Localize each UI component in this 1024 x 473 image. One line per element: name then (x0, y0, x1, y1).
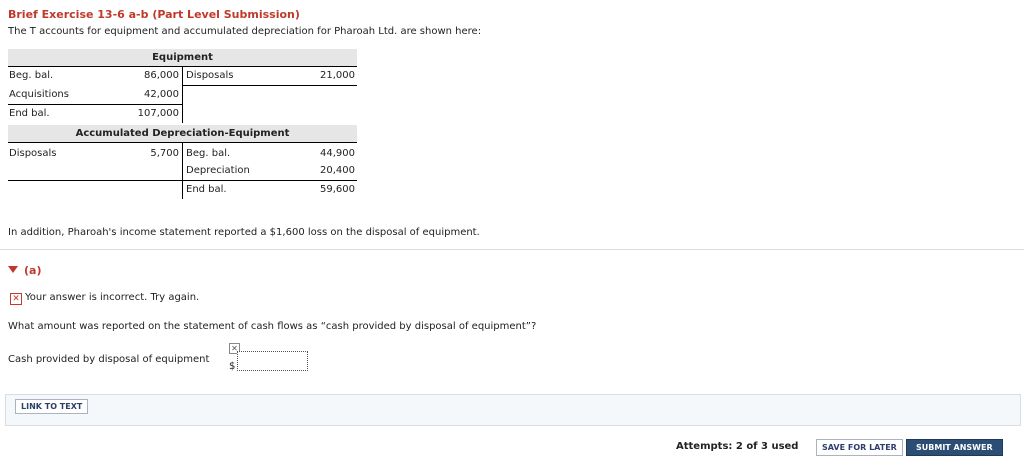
row-label: End bal. (9, 108, 50, 119)
row-amount: 59,600 (320, 184, 355, 195)
row-label: Depreciation (186, 165, 250, 176)
accum-dep-t-account: Accumulated Depreciation-Equipment Dispo… (8, 125, 357, 199)
question-text: What amount was reported on the statemen… (8, 321, 537, 332)
row-amount: 86,000 (144, 70, 179, 81)
row-amount: 42,000 (144, 89, 179, 100)
feedback-message: ✕ Your answer is incorrect. Try again. (10, 292, 199, 305)
row-label: End bal. (186, 184, 227, 195)
t-account-row: Depreciation 20,400 (8, 161, 357, 180)
loss-note: In addition, Pharoah's income statement … (8, 227, 480, 238)
cash-provided-input[interactable] (237, 351, 308, 371)
section-divider (0, 249, 1024, 250)
row-amount: 107,000 (137, 108, 179, 119)
row-label: Disposals (9, 148, 57, 159)
row-amount: 20,400 (320, 165, 355, 176)
row-amount: 5,700 (150, 148, 179, 159)
equipment-t-account: Equipment Beg. bal. 86,000 Disposals 21,… (8, 49, 357, 123)
exercise-title: Brief Exercise 13-6 a-b (Part Level Subm… (8, 8, 300, 21)
link-bar: LINK TO TEXT (5, 394, 1021, 426)
t-account-row: End bal. 59,600 (8, 180, 357, 199)
part-a-toggle[interactable]: (a) (8, 264, 41, 277)
link-to-text-button[interactable]: LINK TO TEXT (15, 399, 89, 414)
t-account-row: Acquisitions 42,000 (8, 85, 357, 104)
row-label: Beg. bal. (9, 70, 54, 81)
row-amount: 44,900 (320, 148, 355, 159)
currency-symbol: $ (229, 361, 236, 372)
t-account-row: End bal. 107,000 (8, 104, 357, 123)
row-label: Acquisitions (9, 89, 69, 100)
caret-down-icon (8, 266, 18, 273)
save-for-later-button[interactable]: SAVE FOR LATER (816, 439, 903, 456)
accum-dep-title: Accumulated Depreciation-Equipment (8, 125, 357, 142)
x-icon: ✕ (10, 293, 22, 305)
attempts-counter: Attempts: 2 of 3 used (676, 441, 799, 452)
cash-provided-label: Cash provided by disposal of equipment (8, 354, 210, 365)
row-label: Beg. bal. (186, 148, 231, 159)
equipment-title: Equipment (8, 49, 357, 66)
feedback-text: Your answer is incorrect. Try again. (25, 292, 200, 303)
part-a-label: (a) (24, 264, 42, 277)
row-label: Disposals (186, 70, 234, 81)
intro-text: The T accounts for equipment and accumul… (8, 26, 482, 37)
t-account-row: Beg. bal. 86,000 Disposals 21,000 (8, 66, 357, 85)
row-amount: 21,000 (320, 70, 355, 81)
submit-answer-button[interactable]: SUBMIT ANSWER (906, 439, 1003, 456)
